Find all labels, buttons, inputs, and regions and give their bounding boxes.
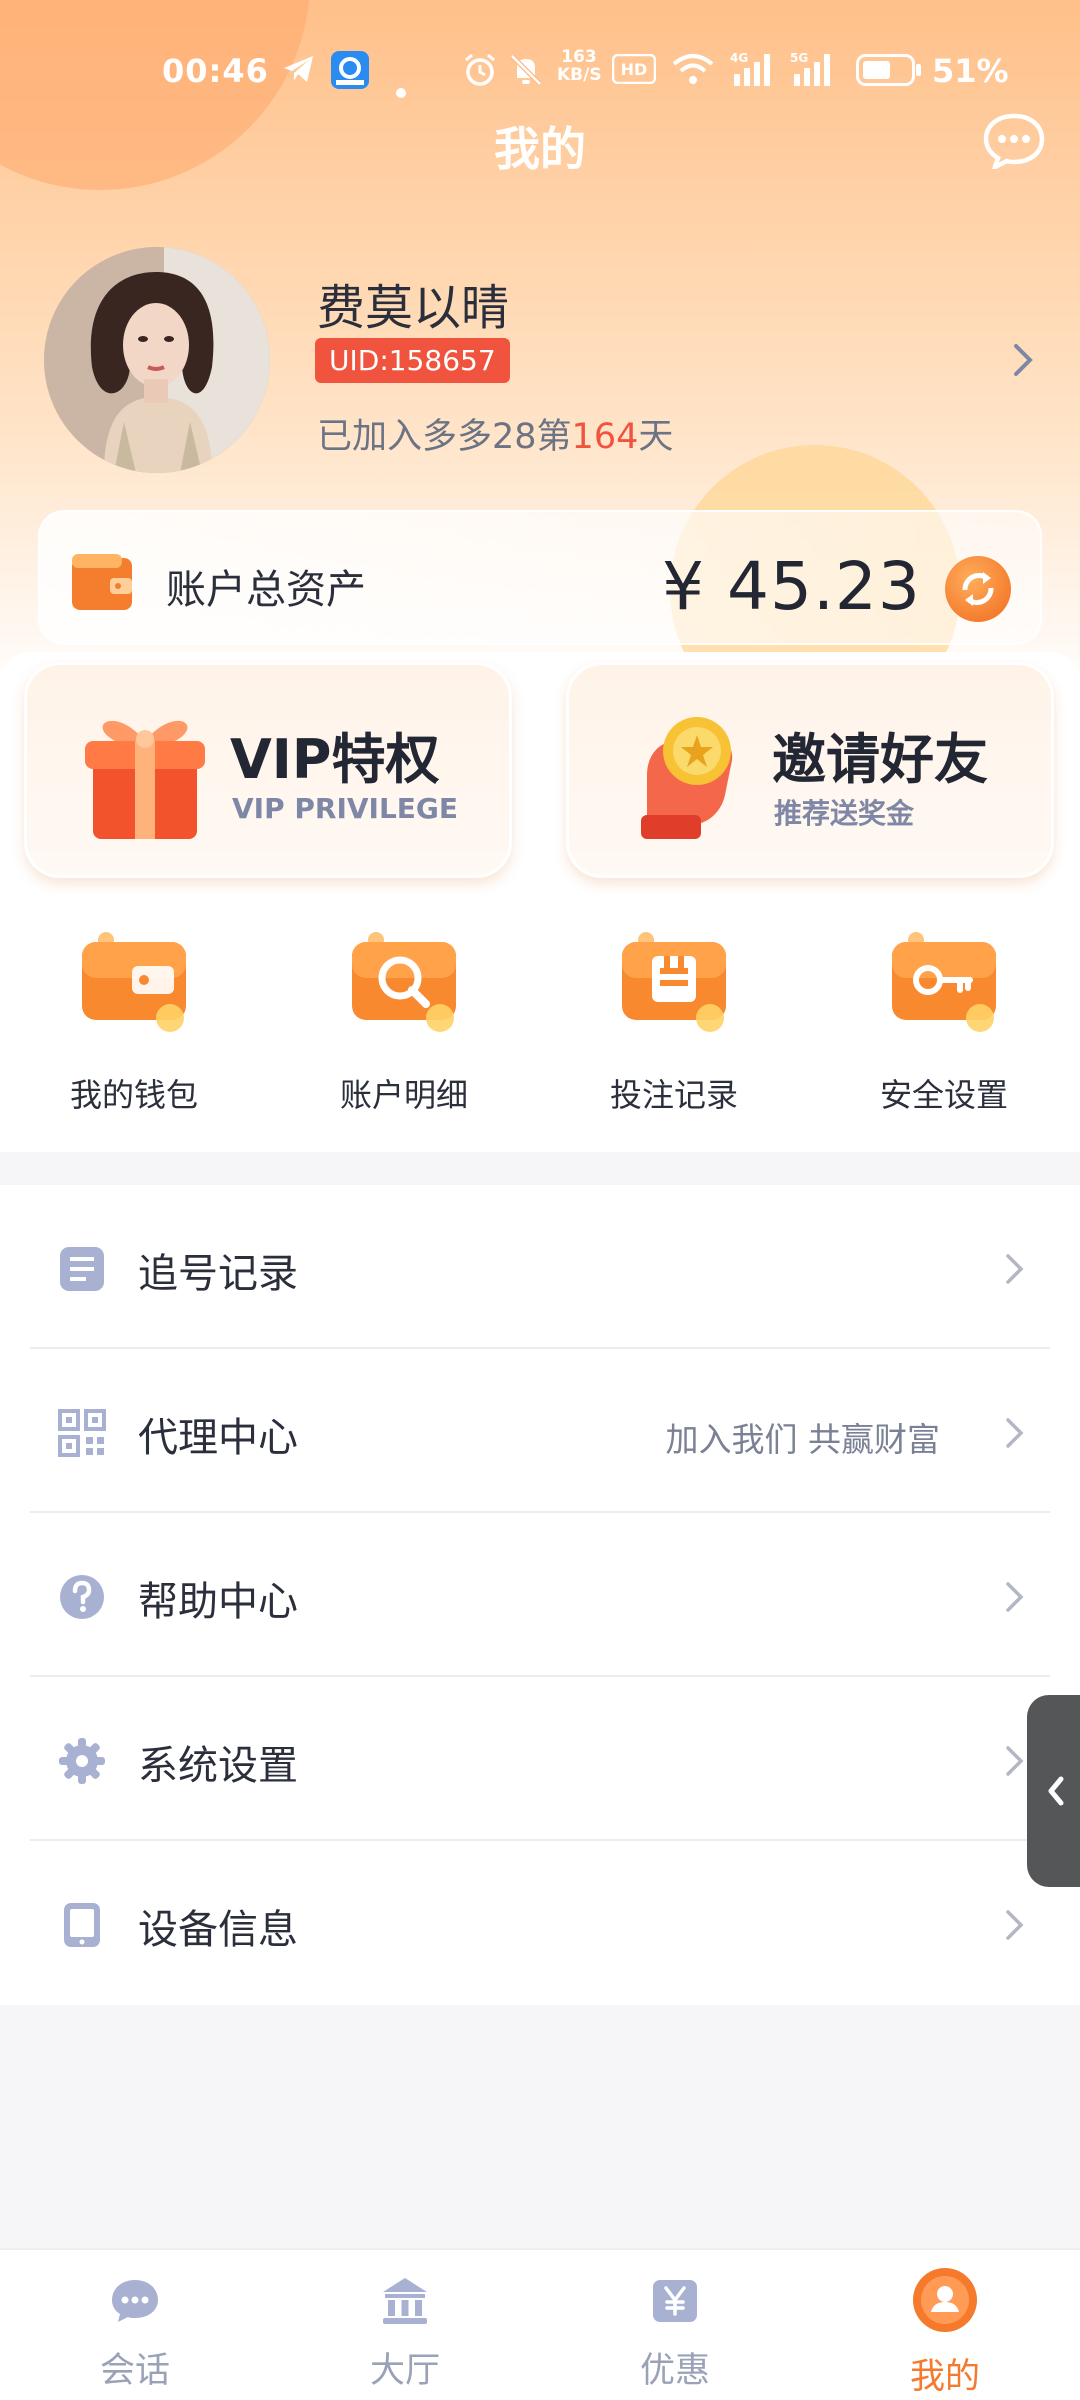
- refresh-icon[interactable]: [945, 556, 1011, 622]
- yen-ticket-icon: [645, 2270, 705, 2330]
- nav-label: 大厅: [369, 2351, 440, 2391]
- chevron-right-icon: [1004, 1744, 1026, 1778]
- promo-subtitle: 推荐送奖金: [774, 797, 915, 830]
- status-time: 00:46: [162, 52, 269, 90]
- menu-item-label: 追号记录: [138, 1251, 298, 1297]
- gear-icon: [58, 1737, 106, 1785]
- menu-item-label: 代理中心: [138, 1415, 298, 1461]
- vip-privilege-card[interactable]: VIP特权 VIP PRIVILEGE: [24, 662, 512, 878]
- bet-record-icon: [618, 930, 730, 1035]
- nav-tab-promotions[interactable]: 优惠: [540, 2250, 810, 2400]
- quick-action-bet-record[interactable]: 投注记录: [574, 930, 774, 1130]
- uid-badge: UID:158657: [315, 338, 510, 383]
- wifi-icon: [672, 52, 714, 94]
- 4g-signal-icon: 4G: [730, 50, 778, 96]
- svg-text:4G: 4G: [730, 51, 748, 65]
- promo-subtitle: VIP PRIVILEGE: [232, 792, 459, 825]
- username: 费莫以晴: [317, 280, 510, 336]
- document-icon: [58, 1245, 106, 1293]
- mute-icon: [508, 52, 544, 96]
- quick-action-wallet[interactable]: 我的钱包: [34, 930, 234, 1130]
- nav-label: 会话: [99, 2351, 170, 2391]
- status-bar: 00:46 163 KB/S HD 4G 5G 51%: [0, 40, 1080, 104]
- chat-bubble-icon[interactable]: [983, 113, 1045, 172]
- question-icon: [58, 1573, 106, 1621]
- speed-icon: 163 KB/S: [557, 47, 602, 85]
- gift-box-icon: [75, 695, 215, 845]
- nav-tab-chat[interactable]: 会话: [0, 2250, 270, 2400]
- wallet-icon: [78, 930, 190, 1035]
- menu-item-agent-center[interactable]: 代理中心 加入我们 共赢财富: [0, 1349, 1080, 1513]
- key-icon: [888, 930, 1000, 1035]
- menu-item-note: 加入我们 共赢财富: [665, 1420, 941, 1459]
- tablet-icon: [58, 1901, 106, 1949]
- join-days-count: 164: [571, 417, 639, 457]
- assets-card[interactable]: 账户总资产 ¥ 45.23: [38, 510, 1042, 645]
- hd-icon: HD: [611, 53, 657, 92]
- menu-list: 追号记录 代理中心 加入我们 共赢财富 帮助中心 系统设置 设备信息: [0, 1185, 1080, 2005]
- qr-code-icon: [58, 1409, 106, 1457]
- side-drawer-handle[interactable]: [1027, 1695, 1080, 1887]
- nav-tab-mine[interactable]: 我的: [810, 2250, 1080, 2400]
- quick-action-label: 安全设置: [879, 1076, 1008, 1114]
- chat-icon: [105, 2270, 165, 2330]
- avatar[interactable]: [44, 247, 270, 473]
- assets-label: 账户总资产: [166, 567, 366, 613]
- 5g-signal-icon: 5G: [790, 50, 838, 96]
- menu-item-device-info[interactable]: 设备信息: [0, 1841, 1080, 2005]
- battery-icon: [856, 54, 922, 94]
- chevron-right-icon: [1004, 1416, 1026, 1450]
- menu-item-label: 系统设置: [138, 1743, 298, 1789]
- invite-friends-card[interactable]: 邀请好友 推荐送奖金: [566, 662, 1054, 878]
- menu-item-label: 设备信息: [138, 1907, 298, 1953]
- quick-action-account-detail[interactable]: 账户明细: [304, 930, 504, 1130]
- menu-item-help-center[interactable]: 帮助中心: [0, 1513, 1080, 1677]
- assets-amount: ¥ 45.23: [662, 548, 921, 625]
- nav-label: 我的: [909, 2357, 980, 2397]
- promo-title: VIP特权: [230, 728, 440, 791]
- nav-tab-lobby[interactable]: 大厅: [270, 2250, 540, 2400]
- quick-action-label: 投注记录: [609, 1076, 738, 1114]
- battery-percent: 51%: [932, 52, 1009, 90]
- svg-text:5G: 5G: [790, 51, 808, 65]
- dot-icon: [396, 68, 406, 106]
- svg-text:HD: HD: [621, 60, 648, 79]
- wallet-icon: [70, 552, 134, 612]
- menu-item-system-settings[interactable]: 系统设置: [0, 1677, 1080, 1841]
- quick-action-security[interactable]: 安全设置: [844, 930, 1044, 1130]
- alarm-icon: [462, 52, 498, 96]
- menu-item-chase-record[interactable]: 追号记录: [0, 1185, 1080, 1349]
- magnifier-icon: [348, 930, 460, 1035]
- menu-item-label: 帮助中心: [138, 1579, 298, 1625]
- quick-action-label: 账户明细: [339, 1076, 468, 1114]
- quick-action-label: 我的钱包: [69, 1076, 198, 1114]
- bottom-nav: 会话 大厅 优惠 我的: [0, 2248, 1080, 2400]
- join-prefix: 已加入多多28第: [317, 417, 572, 457]
- chevron-right-icon[interactable]: [1010, 340, 1038, 380]
- join-days-text: 已加入多多28第164天: [317, 408, 673, 459]
- join-suffix: 天: [638, 417, 674, 457]
- app-icon: [330, 50, 370, 98]
- chevron-right-icon: [1004, 1252, 1026, 1286]
- bank-icon: [375, 2270, 435, 2330]
- telegram-icon: [282, 54, 316, 92]
- promo-title: 邀请好友: [772, 728, 988, 791]
- page-title: 我的: [494, 122, 586, 176]
- hand-coin-icon: [617, 695, 757, 845]
- user-icon: [911, 2266, 979, 2334]
- chevron-right-icon: [1004, 1580, 1026, 1614]
- chevron-right-icon: [1004, 1908, 1026, 1942]
- nav-label: 优惠: [639, 2351, 710, 2391]
